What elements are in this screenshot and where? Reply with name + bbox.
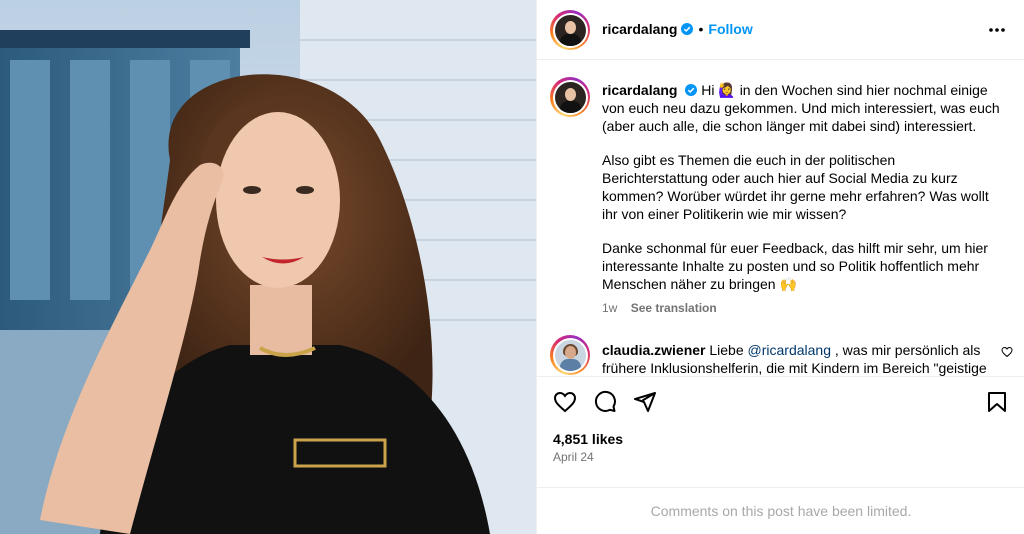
comment-bubble-icon[interactable] (593, 390, 617, 414)
caption-paragraph-2: Also gibt es Themen die euch in der poli… (602, 152, 989, 222)
post-actions: 4,851 likes April 24 (537, 376, 1024, 486)
comment-like-icon[interactable] (1001, 346, 1013, 358)
verified-badge-icon (685, 84, 698, 96)
likes-count[interactable]: 4,851 likes (553, 431, 623, 447)
like-heart-icon[interactable] (553, 390, 577, 414)
comment-mention-link[interactable]: @ricardalang (748, 342, 831, 358)
more-options-icon[interactable] (987, 20, 1007, 40)
caption-text: ricardalang Hi 🙋‍♀️ in den Wochen sind h… (602, 81, 1002, 309)
author-avatar[interactable] (550, 10, 590, 50)
share-paper-plane-icon[interactable] (633, 390, 657, 414)
post-age[interactable]: 1w (602, 301, 617, 315)
caption-meta: 1w See translation (602, 301, 727, 315)
caption-paragraph-3: Danke schonmal für euer Feedback, das hi… (602, 240, 988, 292)
comment-item: claudia.zwiener Liebe @ricardalang , was… (602, 341, 1002, 376)
verified-badge-icon (681, 23, 694, 35)
commenter-username[interactable]: claudia.zwiener (602, 342, 705, 358)
follow-button[interactable]: Follow (708, 21, 752, 37)
post-header: ricardalang • Follow (537, 0, 1024, 60)
post-photo[interactable] (0, 0, 536, 534)
save-bookmark-icon[interactable] (985, 390, 1009, 414)
see-translation-link[interactable]: See translation (631, 301, 717, 315)
post-side-panel: ricardalang • Follow ricardalang (536, 0, 1024, 534)
comments-scroll-area[interactable]: ricardalang Hi 🙋‍♀️ in den Wochen sind h… (537, 61, 1024, 376)
caption-author-avatar[interactable] (550, 77, 590, 117)
post-photo-illustration (0, 0, 536, 534)
author-username[interactable]: ricardalang (602, 21, 677, 37)
comment-lead: Liebe (709, 342, 744, 358)
commenter-avatar[interactable] (550, 335, 590, 375)
post-date[interactable]: April 24 (553, 450, 594, 464)
comments-limited-notice: Comments on this post have been limited. (537, 487, 1024, 534)
header-separator: • (698, 21, 704, 37)
caption-username[interactable]: ricardalang (602, 82, 677, 98)
